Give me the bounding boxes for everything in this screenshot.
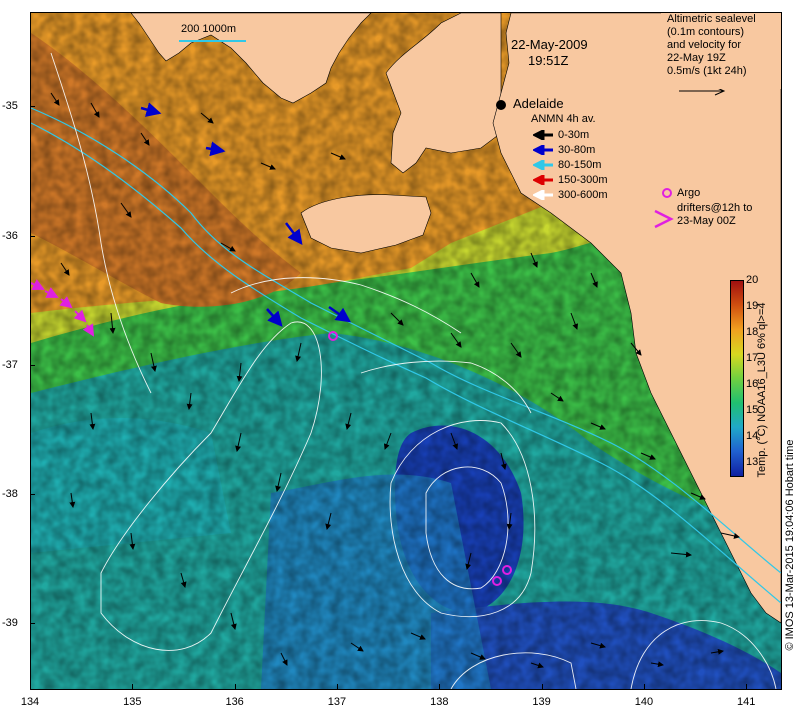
altimetry-line-4: 22-May 19Z <box>667 52 726 64</box>
arrow-icon <box>533 190 553 201</box>
altimetry-line-3: and velocity for <box>667 39 741 51</box>
x-tick <box>541 684 543 689</box>
x-tick <box>336 684 338 689</box>
x-tick <box>439 684 441 689</box>
anmn-legend-item: 150-300m <box>533 174 608 186</box>
x-tick-label: 141 <box>737 696 756 708</box>
x-tick-label: 135 <box>123 696 142 708</box>
drifters-line-2: 23-May 00Z <box>677 215 736 227</box>
anmn-legend-label: 150-300m <box>558 174 608 186</box>
sst-map[interactable]: 200 1000m 22-May-2009 19:51Z Adelaide Al… <box>30 12 782 690</box>
arrow-icon <box>533 130 553 141</box>
argo-label: Argo <box>677 187 701 199</box>
arrow-icon <box>533 145 553 156</box>
x-tick-label: 137 <box>327 696 347 708</box>
bathymetry-legend-label: 200 1000m <box>181 23 237 35</box>
altimetry-line-1: Altimetric sealevel <box>667 13 756 25</box>
y-tick-label: -38 <box>2 488 18 501</box>
y-tick-label: -39 <box>2 617 18 630</box>
y-tick <box>30 235 35 237</box>
anmn-legend-label: 80-150m <box>558 159 602 171</box>
anmn-legend-item: 80-150m <box>533 159 601 171</box>
anmn-legend-label: 300-600m <box>558 189 608 201</box>
anmn-legend-item: 300-600m <box>533 189 608 201</box>
adelaide-label: Adelaide <box>513 96 564 111</box>
arrow-icon <box>533 175 553 186</box>
x-tick <box>234 684 236 689</box>
x-tick <box>643 684 645 689</box>
map-time: 19:51Z <box>528 53 569 68</box>
x-tick-label: 134 <box>20 696 40 708</box>
temperature-colorbar <box>730 280 744 477</box>
x-tick-label: 139 <box>532 696 551 708</box>
y-tick <box>30 494 35 496</box>
anmn-legend-item: 0-30m <box>533 129 589 141</box>
altimetry-line-5: 0.5m/s (1kt 24h) <box>667 65 747 77</box>
map-date: 22-May-2009 <box>511 37 588 52</box>
colorbar-tick-label: 20 <box>746 274 759 286</box>
x-tick <box>746 684 748 689</box>
x-tick-label: 138 <box>430 696 449 708</box>
x-tick <box>30 684 31 689</box>
altimetry-line-2: (0.1m contours) <box>667 26 745 38</box>
x-tick <box>132 684 134 689</box>
y-tick-label: -36 <box>2 229 18 242</box>
colorbar-title: Temp. (°C) NOAA16_L3U 6% ql>=4 <box>756 302 768 478</box>
y-tick <box>30 364 35 366</box>
x-tick-label: 140 <box>634 696 654 708</box>
sst-map-canvas <box>31 13 781 689</box>
y-tick <box>30 623 35 625</box>
arrow-icon <box>533 160 553 171</box>
adelaide-marker <box>496 100 506 110</box>
anmn-legend-item: 30-80m <box>533 144 595 156</box>
x-tick-label: 136 <box>225 696 244 708</box>
y-tick-label: -37 <box>2 358 18 371</box>
anmn-legend-label: 30-80m <box>558 144 596 156</box>
y-tick-label: -35 <box>2 100 18 113</box>
anmn-legend-label: 0-30m <box>558 129 590 141</box>
drifters-line-1: drifters@12h to <box>677 202 753 214</box>
imos-credit: © IMOS 13-Mar-2015 19:04:06 Hobart time <box>784 439 796 651</box>
y-tick <box>30 106 35 108</box>
anmn-legend-title: ANMN 4h av. <box>531 113 596 125</box>
